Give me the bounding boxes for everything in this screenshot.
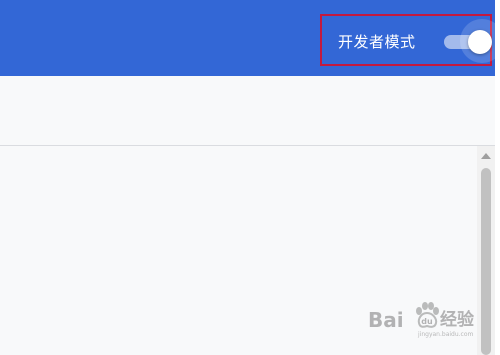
toolbar-row [0,76,495,146]
baidu-jingyan-watermark: Bai du 经验 jingyan.baidu.com [368,298,490,340]
watermark-brand-left: Bai [368,308,404,332]
developer-mode-label: 开发者模式 [338,33,416,51]
window-edge [495,0,500,355]
toggle-thumb[interactable] [468,30,492,54]
watermark-url: jingyan.baidu.com [418,331,474,338]
scroll-up-arrow-icon[interactable] [481,153,491,159]
extensions-page: 开发者模式 Bai du 经验 jingyan.baidu.com [0,0,495,355]
watermark-brand-mid: du [421,317,433,326]
developer-mode-toggle[interactable] [444,19,495,63]
watermark-brand-right: 经验 [440,310,474,330]
paw-logo-icon: du [413,298,441,332]
